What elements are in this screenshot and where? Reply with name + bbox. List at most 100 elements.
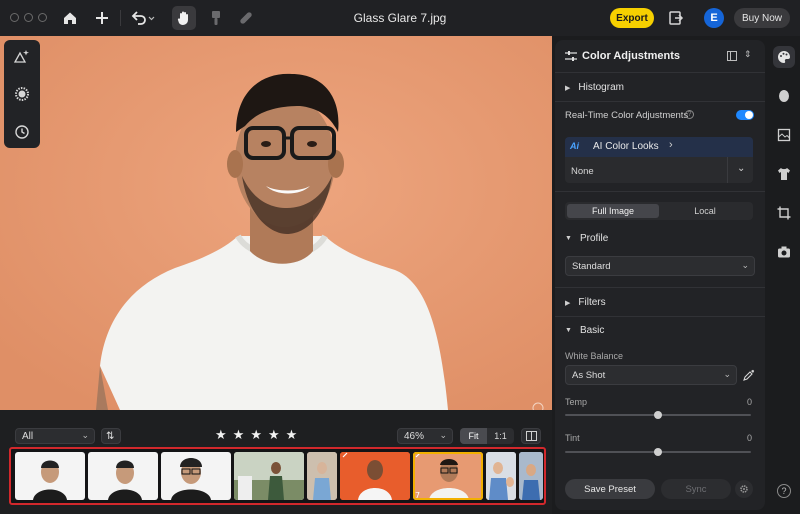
save-preset-button[interactable]: Save Preset bbox=[565, 479, 655, 499]
panel-title: Color Adjustments bbox=[582, 50, 680, 62]
thumbnail[interactable] bbox=[519, 452, 543, 500]
bandage-icon[interactable] bbox=[236, 8, 256, 28]
history-icon[interactable] bbox=[12, 122, 32, 142]
white-balance-value: As Shot bbox=[572, 369, 606, 381]
filters-section[interactable]: ▶ Filters bbox=[565, 297, 606, 308]
svg-text:7: 7 bbox=[415, 491, 420, 500]
help-icon: ? bbox=[777, 484, 791, 498]
divider bbox=[555, 287, 765, 288]
brush-icon[interactable] bbox=[206, 8, 226, 28]
tab-full-image[interactable]: Full Image bbox=[567, 204, 659, 218]
help-button[interactable]: ? bbox=[773, 480, 795, 502]
ai-color-looks: Ai AI Color Looks › None ⌄ bbox=[565, 137, 753, 183]
ai-looks-value[interactable]: None bbox=[571, 166, 594, 177]
filmstrip[interactable]: 7 bbox=[9, 447, 546, 505]
white-balance-label: White Balance bbox=[565, 351, 624, 361]
crop-icon[interactable] bbox=[773, 202, 795, 224]
color-palette-icon[interactable] bbox=[773, 46, 795, 68]
zoom-window-icon[interactable] bbox=[38, 13, 47, 22]
tint-value[interactable]: 0 bbox=[747, 433, 752, 443]
buy-now-button[interactable]: Buy Now bbox=[734, 8, 790, 28]
thumbnail[interactable] bbox=[15, 452, 85, 500]
tool-rail bbox=[4, 40, 40, 148]
caret-down-icon: ▼ bbox=[565, 327, 572, 334]
profile-select[interactable]: Standard ⌄ bbox=[565, 256, 755, 276]
divider bbox=[555, 101, 765, 102]
add-icon[interactable] bbox=[92, 8, 112, 28]
profile-value: Standard bbox=[572, 260, 611, 272]
home-icon[interactable] bbox=[60, 8, 80, 28]
star-icon[interactable]: ★ bbox=[215, 428, 227, 442]
zoom-value: 46% bbox=[404, 430, 425, 442]
temp-slider-handle[interactable] bbox=[654, 411, 662, 419]
face-retouch-icon[interactable] bbox=[773, 85, 795, 107]
share-panel-icon[interactable] bbox=[666, 8, 686, 28]
compare-button[interactable] bbox=[521, 428, 541, 444]
split-view-icon bbox=[526, 431, 537, 441]
clothing-icon[interactable] bbox=[773, 163, 795, 185]
temp-value[interactable]: 0 bbox=[747, 397, 752, 407]
close-window-icon[interactable] bbox=[10, 13, 19, 22]
eyedropper-icon[interactable] bbox=[743, 369, 755, 381]
zoom-mode-toggle[interactable]: Fit 1:1 bbox=[460, 428, 514, 444]
caret-right-icon: ▶ bbox=[565, 299, 571, 307]
white-balance-select[interactable]: As Shot ⌄ bbox=[565, 365, 737, 385]
zoom-select[interactable]: 46% ⌄ bbox=[397, 428, 453, 444]
gear-icon bbox=[740, 485, 748, 493]
tint-slider-handle[interactable] bbox=[654, 448, 662, 456]
minimize-window-icon[interactable] bbox=[24, 13, 33, 22]
sync-button[interactable]: Sync bbox=[661, 479, 731, 499]
star-icon[interactable]: ★ bbox=[286, 428, 298, 442]
filter-select[interactable]: All ⌄ bbox=[15, 428, 95, 444]
sync-settings-button[interactable] bbox=[735, 480, 753, 498]
temp-slider[interactable] bbox=[565, 411, 751, 419]
star-icon[interactable]: ★ bbox=[250, 428, 262, 442]
undo-icon[interactable] bbox=[128, 8, 158, 28]
chevron-down-icon[interactable]: ⌄ bbox=[737, 163, 745, 174]
realtime-toggle[interactable] bbox=[736, 110, 754, 120]
ai-color-looks-label: AI Color Looks bbox=[593, 141, 659, 152]
star-icon[interactable]: ★ bbox=[268, 428, 280, 442]
hand-tool-icon[interactable] bbox=[172, 6, 196, 30]
photo-canvas[interactable] bbox=[0, 36, 552, 410]
export-button[interactable]: Export bbox=[610, 8, 654, 28]
panel-header: Color Adjustments ⇕ bbox=[555, 48, 765, 64]
star-icon[interactable]: ★ bbox=[233, 428, 245, 442]
one-to-one-button[interactable]: 1:1 bbox=[487, 428, 514, 444]
caret-right-icon: ▶ bbox=[565, 84, 571, 92]
window-controls[interactable] bbox=[10, 13, 47, 22]
scope-tabs: Full Image Local bbox=[565, 202, 753, 220]
thumbnail[interactable] bbox=[340, 452, 410, 500]
thumbnail-selected[interactable]: 7 bbox=[413, 452, 483, 500]
profile-section[interactable]: ▼ Profile bbox=[565, 233, 608, 244]
ai-badge-icon: Ai bbox=[570, 141, 579, 151]
tab-local[interactable]: Local bbox=[659, 204, 751, 218]
color-wheel-icon[interactable] bbox=[12, 84, 32, 104]
realtime-row: Real-Time Color Adjustments ? bbox=[555, 109, 765, 123]
ai-color-looks-header[interactable]: Ai AI Color Looks › bbox=[565, 137, 753, 157]
camera-icon[interactable] bbox=[773, 241, 795, 263]
filters-label: Filters bbox=[578, 297, 606, 308]
thumbnail[interactable] bbox=[88, 452, 158, 500]
sort-button[interactable]: ⇅ bbox=[101, 428, 121, 444]
info-icon[interactable]: ? bbox=[685, 110, 694, 119]
realtime-label: Real-Time Color Adjustments bbox=[565, 110, 689, 121]
expand-collapse-icon[interactable]: ⇕ bbox=[744, 49, 752, 60]
fit-button[interactable]: Fit bbox=[460, 428, 487, 444]
ai-enhance-icon[interactable] bbox=[12, 46, 32, 66]
chevron-down-icon: ⌄ bbox=[723, 369, 731, 379]
panel-layout-icon[interactable] bbox=[727, 51, 737, 61]
background-icon[interactable] bbox=[773, 124, 795, 146]
thumbnail[interactable] bbox=[486, 452, 516, 500]
chevron-down-icon: ⌄ bbox=[741, 260, 749, 270]
basic-section[interactable]: ▼ Basic bbox=[565, 325, 604, 336]
thumbnail[interactable] bbox=[234, 452, 304, 500]
rating-stars[interactable]: ★ ★ ★ ★ ★ bbox=[215, 428, 297, 442]
divider bbox=[555, 72, 765, 73]
histogram-section[interactable]: ▶ Histogram bbox=[565, 82, 624, 93]
thumbnail[interactable] bbox=[161, 452, 231, 500]
portrait-photo bbox=[0, 36, 552, 410]
thumbnail[interactable] bbox=[307, 452, 337, 500]
tint-slider[interactable] bbox=[565, 448, 751, 456]
avatar[interactable]: E bbox=[704, 8, 724, 28]
